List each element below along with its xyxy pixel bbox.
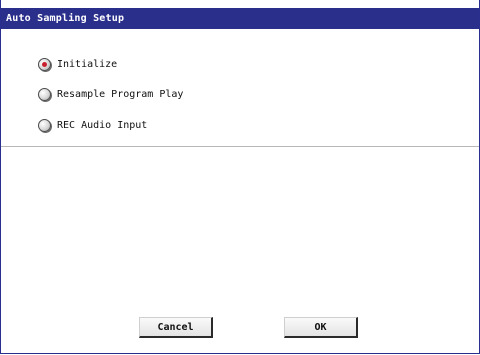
option-initialize-label: Initialize (57, 58, 118, 70)
section-divider (1, 146, 479, 148)
ok-button[interactable]: OK (284, 317, 358, 338)
radio-button-rec-audio-input[interactable] (38, 118, 51, 132)
auto-sampling-setup-dialog: Auto Sampling Setup Initialize Resample … (0, 0, 480, 354)
option-rec-audio-input[interactable]: REC Audio Input (38, 117, 147, 133)
option-rec-audio-input-label: REC Audio Input (57, 119, 148, 131)
radio-button-initialize[interactable] (38, 57, 51, 71)
option-resample-program-play-label: Resample Program Play (57, 88, 184, 100)
dialog-top-gap (1, 0, 479, 8)
option-resample-program-play[interactable]: Resample Program Play (38, 86, 183, 102)
dialog-title: Auto Sampling Setup (1, 8, 479, 29)
radio-button-resample-program-play[interactable] (38, 87, 51, 101)
option-initialize[interactable]: Initialize (38, 56, 117, 72)
cancel-button[interactable]: Cancel (139, 317, 213, 338)
